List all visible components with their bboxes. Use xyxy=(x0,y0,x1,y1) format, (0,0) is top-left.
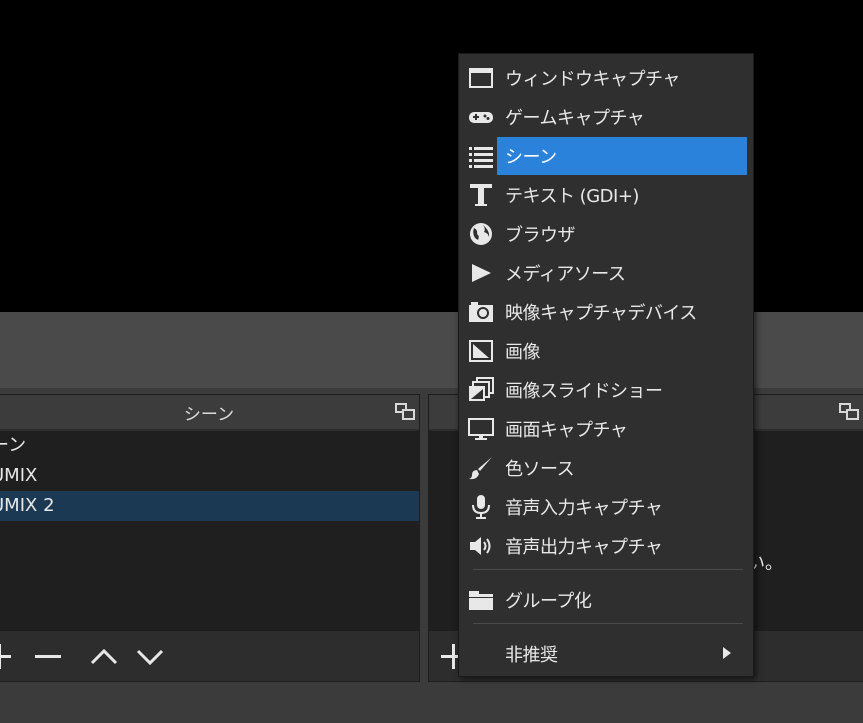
menu-item-image[interactable]: 画像 xyxy=(459,331,755,370)
menu-item-label: 音声出力キャプチャ xyxy=(505,536,663,558)
menu-item-label: 音声入力キャプチャ xyxy=(505,497,663,519)
menu-item-image-slideshow[interactable]: 画像スライドショー xyxy=(459,370,755,409)
remove-icon[interactable] xyxy=(33,642,63,672)
menu-item-scene[interactable]: シーン xyxy=(459,136,755,175)
menu-item-label: ブラウザ xyxy=(505,224,576,246)
menu-item-audio-input-capture[interactable]: 音声入力キャプチャ xyxy=(459,487,755,526)
scene-item-selected[interactable]: UMIX 2 xyxy=(0,491,419,521)
menu-item-color-source[interactable]: 色ソース xyxy=(459,448,755,487)
menu-item-label: グループ化 xyxy=(505,590,592,612)
scene-item[interactable]: UMIX xyxy=(0,461,419,491)
menu-separator xyxy=(473,623,743,624)
scenes-controls xyxy=(0,633,419,681)
speaker-icon xyxy=(467,532,495,560)
menu-item-label: テキスト (GDI+) xyxy=(505,185,639,207)
move-down-icon[interactable] xyxy=(135,642,165,672)
menu-item-label: メディアソース xyxy=(505,263,626,285)
add-source-menu: ウィンドウキャプチャ ゲームキャプチャ シーン テキスト (GDI+) ブラウザ… xyxy=(458,53,754,677)
menu-separator xyxy=(473,569,743,570)
menu-item-browser[interactable]: ブラウザ xyxy=(459,214,755,253)
list-icon xyxy=(467,142,495,170)
folder-icon xyxy=(467,586,495,614)
menu-item-media-source[interactable]: メディアソース xyxy=(459,253,755,292)
monitor-icon xyxy=(467,415,495,443)
move-up-icon[interactable] xyxy=(89,642,119,672)
menu-item-group[interactable]: グループ化 xyxy=(459,580,755,619)
scenes-dock: シーン ーン UMIX UMIX 2 xyxy=(0,394,420,682)
undock-icon[interactable] xyxy=(839,403,859,421)
menu-item-video-capture-device[interactable]: 映像キャプチャデバイス xyxy=(459,292,755,331)
undock-icon[interactable] xyxy=(395,403,415,421)
menu-item-label: ウィンドウキャプチャ xyxy=(505,68,680,90)
menu-item-deprecated[interactable]: 非推奨 xyxy=(459,634,755,673)
menu-item-display-capture[interactable]: 画面キャプチャ xyxy=(459,409,755,448)
camera-icon xyxy=(467,298,495,326)
add-icon[interactable] xyxy=(0,642,17,672)
menu-item-label: 画面キャプチャ xyxy=(505,419,628,441)
menu-item-label: シーン xyxy=(505,146,557,168)
scenes-dock-title: シーン xyxy=(0,395,419,429)
gamepad-icon xyxy=(467,103,495,131)
menu-item-label: 画像スライドショー xyxy=(505,380,663,402)
menu-item-audio-output-capture[interactable]: 音声出力キャプチャ xyxy=(459,526,755,565)
menu-item-label: 色ソース xyxy=(505,458,575,480)
brush-icon xyxy=(467,454,495,482)
microphone-icon xyxy=(467,493,495,521)
chevron-right-icon xyxy=(723,647,731,659)
menu-item-label: 画像 xyxy=(505,341,541,363)
image-icon xyxy=(467,337,495,365)
text-icon xyxy=(467,181,495,209)
menu-item-game-capture[interactable]: ゲームキャプチャ xyxy=(459,97,755,136)
menu-item-label: 非推奨 xyxy=(505,644,558,666)
window-icon xyxy=(467,64,495,92)
scene-item[interactable]: ーン xyxy=(0,431,419,461)
menu-item-label: ゲームキャプチャ xyxy=(505,107,645,129)
menu-item-text[interactable]: テキスト (GDI+) xyxy=(459,175,755,214)
scene-list: ーン UMIX UMIX 2 xyxy=(0,431,419,631)
slideshow-icon xyxy=(467,376,495,404)
play-icon xyxy=(467,259,495,287)
globe-icon xyxy=(467,220,495,248)
menu-item-window-capture[interactable]: ウィンドウキャプチャ xyxy=(459,58,755,97)
menu-item-label: 映像キャプチャデバイス xyxy=(505,302,697,324)
